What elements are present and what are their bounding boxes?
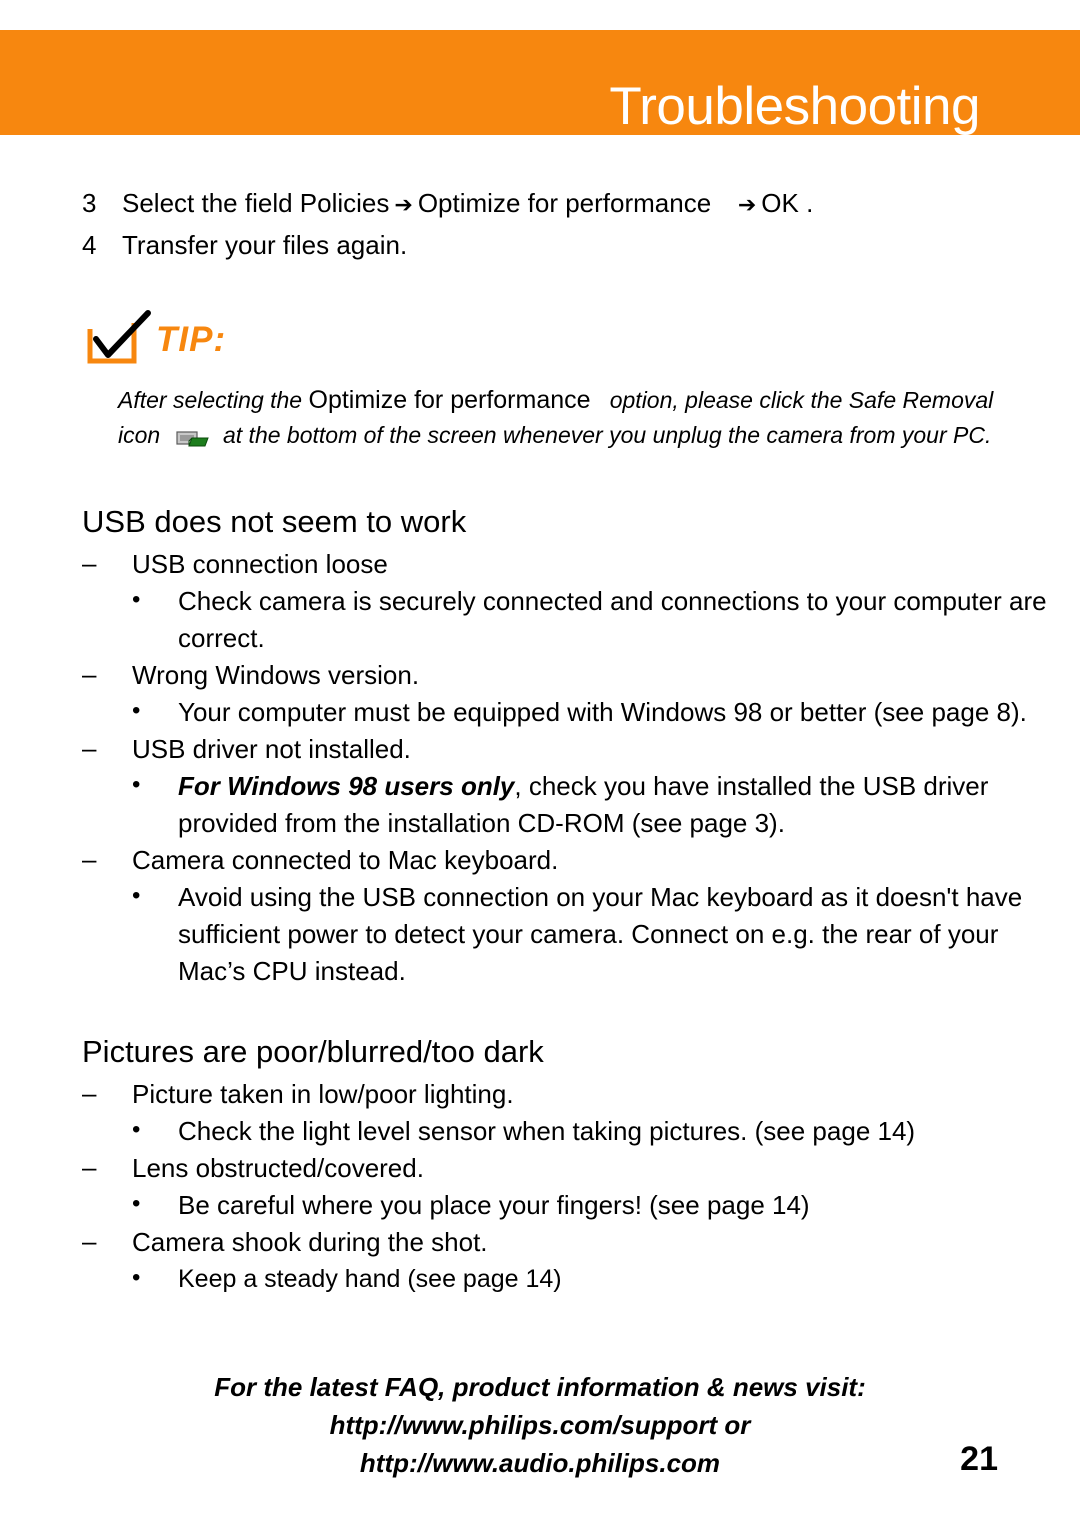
check-mark-icon [82,309,156,371]
list-item-bold-text: For Windows 98 users only [178,771,515,801]
step-emphasis-ok: OK [761,188,799,218]
list-item-text: Keep a steady hand (see page 14) [178,1265,562,1293]
step-period: . [806,188,814,218]
dash-marker: – [82,844,97,874]
header-band: Troubleshooting [0,30,1080,136]
bullet-marker: • [132,697,141,724]
tip-header: TIP: [82,309,1080,371]
list-item: • Keep a steady hand (see page 14) [132,1261,1058,1298]
list-item: • Be careful where you place your finger… [132,1187,1058,1224]
bullet-marker: • [132,586,141,613]
list-item: – Lens obstructed/covered. [82,1150,1080,1187]
step-item-3: 3 Select the field Policies ➔ Optimize for … [82,183,1080,225]
list-item: • Avoid using the USB connection on your… [132,879,1058,990]
list-item: • For Windows 98 users only, check you h… [132,768,1058,842]
bullet-marker: • [132,882,141,909]
tip-line1-pre: After selecting the [118,387,303,413]
list-item-text: Lens obstructed/covered. [132,1153,424,1183]
list-item-text: Camera shook during the shot. [132,1227,488,1257]
list-item-text: USB driver not installed. [132,734,411,764]
promo-block: For the latest FAQ, product information … [0,1368,1080,1482]
step-emphasis-policies: Policies [299,188,390,218]
promo-line-1: For the latest FAQ, product information … [214,1372,866,1402]
list-item: • Check the light level sensor when taki… [132,1113,1058,1150]
step-text-part1: Select the field [122,188,293,218]
list-item-text: Check camera is securely connected and c… [178,586,1047,653]
page-number: 21 [960,1440,998,1478]
step-number: 3 [82,188,97,218]
dash-marker: – [82,1152,97,1182]
safe-removal-icon [175,424,209,460]
promo-line-2[interactable]: http://www.philips.com/support or [0,1406,1080,1444]
document-content: 3 Select the field Policies ➔ Optimize for … [0,135,1080,1482]
promo-line-3[interactable]: http://www.audio.philips.com [0,1444,1080,1482]
tip-line1-emphasis: Optimize for performance [308,386,591,414]
list-item-text: Camera connected to Mac keyboard. [132,845,559,875]
list-item-text: Avoid using the USB connection on your M… [178,882,1023,986]
list-item-text: Picture taken in low/poor lighting. [132,1079,514,1109]
list-item-text: Be careful where you place your fingers!… [178,1190,810,1220]
bullet-marker: • [132,771,141,798]
step-number: 4 [82,230,97,260]
step-emphasis-optimize: Optimize for performance [417,188,712,218]
bullet-marker: • [132,1264,141,1291]
list-item-text: Check the light level sensor when taking… [178,1116,916,1146]
list-item: – Picture taken in low/poor lighting. [82,1076,1080,1113]
list-item: – Camera connected to Mac keyboard. [82,842,1080,879]
page-title: Troubleshooting [609,77,980,136]
dash-marker: – [82,733,97,763]
tip-line2-post: at the bottom of the screen whenever you… [222,422,992,448]
list-item-text: USB connection loose [132,549,388,579]
tip-line1-post: option, please click the Safe Removal [609,387,994,413]
step-text: Transfer your files again. [122,230,408,260]
list-item: • Check camera is securely connected and… [132,583,1058,657]
dash-marker: – [82,1226,97,1256]
list-item-text: Your computer must be equipped with Wind… [178,697,1027,727]
list-item: – USB driver not installed. [82,731,1080,768]
tip-text: After selecting the Optimize for perform… [118,383,1030,460]
tip-block: TIP: After selecting the Optimize for pe… [82,309,1080,460]
arrow-icon: ➔ [394,192,413,217]
list-item: – Wrong Windows version. [82,657,1080,694]
tip-line2-pre: icon [118,422,161,448]
bullet-marker: • [132,1116,141,1143]
section-heading-usb: USB does not seem to work [82,504,467,539]
bullet-marker: • [132,1190,141,1217]
arrow-icon: ➔ [737,192,757,217]
list-item: – USB connection loose [82,546,1080,583]
dash-marker: – [82,659,97,689]
list-item: – Camera shook during the shot. [82,1224,1080,1261]
list-item-text: Wrong Windows version. [132,660,420,690]
tip-label: TIP: [156,320,227,359]
dash-marker: – [82,1078,97,1108]
section-heading-pictures: Pictures are poor/blurred/too dark [82,1034,544,1069]
list-item: • Your computer must be equipped with Wi… [132,694,1058,731]
step-item-4: 4 Transfer your files again. [82,225,1080,265]
dash-marker: – [82,548,97,578]
